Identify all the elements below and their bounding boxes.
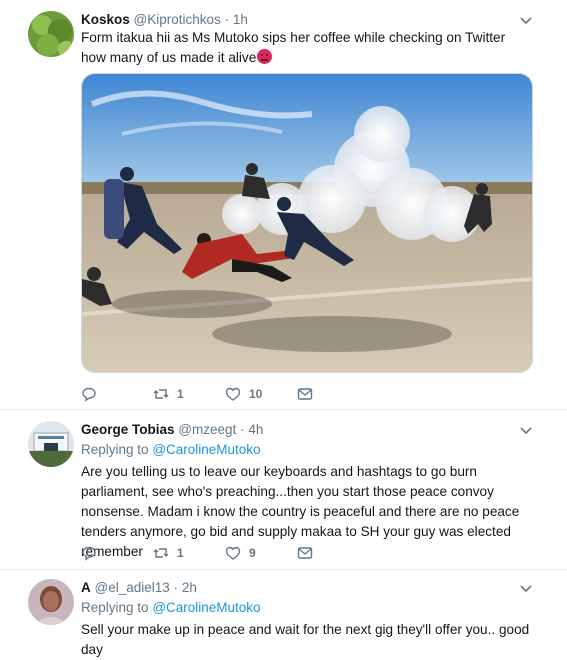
reply-button[interactable] [81,544,105,562]
reply-icon [82,546,96,561]
tweet-header: Koskos @Kiprotichkos · 1h [81,12,248,27]
tweet-body: Form itakua hii as Ms Mutoko sips her co… [81,30,506,65]
retweet-icon [153,389,169,399]
direct-message-icon [297,388,313,400]
reply-icon [82,387,96,402]
tweet-photo[interactable] [81,73,533,373]
user-handle[interactable]: @el_adiel13 [95,580,170,595]
replying-to: Replying to @CarolineMutoko [81,600,261,615]
user-handle[interactable]: @mzeegt [178,422,236,437]
tweet-text: Form itakua hii as Ms Mutoko sips her co… [81,28,531,68]
avatar[interactable] [28,421,74,467]
like-icon [225,546,241,560]
retweet-count: 1 [177,546,184,560]
like-button[interactable]: 10 [225,385,262,403]
tweet-actions: 1 10 [81,385,381,403]
timestamp[interactable]: 4h [248,422,263,437]
chevron-down-icon[interactable] [519,581,533,595]
like-button[interactable]: 9 [225,544,256,562]
retweet-button[interactable]: 1 [153,544,184,562]
display-name[interactable]: George Tobias [81,422,175,437]
replying-to-link[interactable]: @CarolineMutoko [152,442,260,457]
timestamp[interactable]: 1h [233,12,248,27]
separator: · [173,580,179,595]
like-count: 10 [249,387,263,401]
tweet-george-tobias[interactable]: George Tobias @mzeegt · 4h Replying to @… [0,410,567,570]
tweet-a[interactable]: A @el_adiel13 · 2h Replying to @Caroline… [0,570,567,657]
angry-face-icon [257,49,273,64]
like-count: 9 [249,546,256,560]
tweet-header: George Tobias @mzeegt · 4h [81,422,263,437]
reply-button[interactable] [81,385,105,403]
tweet-actions: 1 9 [81,544,381,562]
direct-message-button[interactable] [297,544,313,562]
retweet-icon [153,548,169,558]
avatar[interactable] [28,579,74,625]
direct-message-icon [297,547,313,559]
replying-to-label: Replying to [81,442,149,457]
tweet-koskos[interactable]: Koskos @Kiprotichkos · 1h Form itakua hi… [0,0,567,410]
separator: · [224,12,230,27]
tweet-header: A @el_adiel13 · 2h [81,580,197,595]
user-handle[interactable]: @Kiprotichkos [134,12,221,27]
replying-to: Replying to @CarolineMutoko [81,442,261,457]
replying-to-link[interactable]: @CarolineMutoko [152,600,260,615]
retweet-button[interactable]: 1 [153,385,184,403]
chevron-down-icon[interactable] [519,423,533,437]
chevron-down-icon[interactable] [519,13,533,27]
like-icon [225,387,241,401]
replying-to-label: Replying to [81,600,149,615]
tweet-text: Sell your make up in peace and wait for … [81,622,530,657]
direct-message-button[interactable] [297,385,313,403]
separator: · [240,422,245,437]
display-name[interactable]: A [81,580,91,595]
avatar[interactable] [28,11,74,57]
timestamp[interactable]: 2h [182,580,197,595]
retweet-count: 1 [177,387,184,401]
display-name[interactable]: Koskos [81,12,130,27]
